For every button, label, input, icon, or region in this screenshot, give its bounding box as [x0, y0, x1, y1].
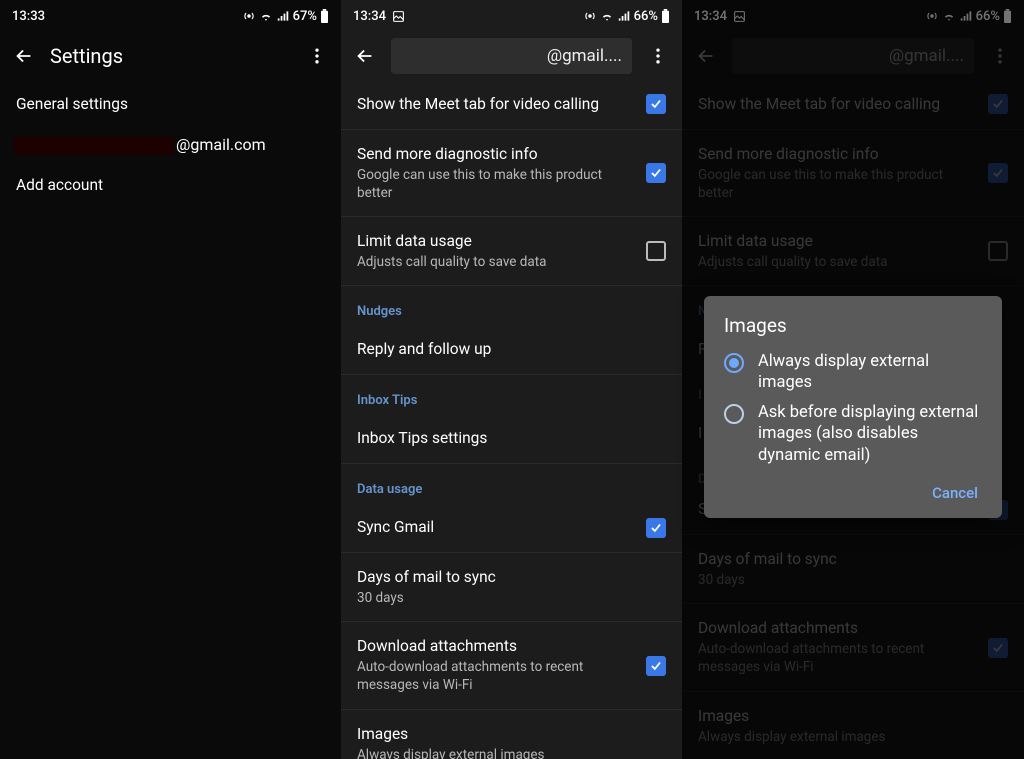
app-header: Settings — [0, 32, 341, 80]
checkbox[interactable] — [646, 518, 666, 538]
hotspot-icon — [583, 9, 597, 23]
option-label: Ask before displaying external images (a… — [758, 402, 982, 466]
battery-icon — [661, 9, 670, 23]
diagnostic-row[interactable]: Send more diagnostic infoGoogle can use … — [341, 130, 682, 217]
status-bar: 13:34 66% — [341, 0, 682, 32]
account-settings-list: Show the Meet tab for video calling Send… — [341, 80, 682, 759]
sync-gmail-row[interactable]: Sync Gmail — [341, 503, 682, 553]
row-label: Images — [357, 724, 666, 745]
radio-unselected[interactable] — [724, 404, 744, 424]
back-button[interactable] — [8, 40, 40, 72]
reply-followup-row[interactable]: Reply and follow up — [341, 325, 682, 375]
section-inbox-tips: Inbox Tips — [341, 375, 682, 414]
images-row[interactable]: ImagesAlways display external images — [341, 710, 682, 759]
back-button[interactable] — [349, 40, 381, 72]
row-label: General settings — [16, 94, 325, 115]
status-battery: 66% — [634, 9, 658, 24]
checkbox[interactable] — [646, 94, 666, 114]
row-label: Limit data usage — [357, 231, 634, 252]
status-time: 13:33 — [12, 9, 45, 24]
account-selector[interactable]: @gmail.... — [391, 38, 632, 74]
row-label: Inbox Tips settings — [357, 428, 666, 449]
row-sub: Adjusts call quality to save data — [357, 253, 634, 271]
row-sub: Always display external images — [357, 746, 666, 759]
checkbox[interactable] — [646, 241, 666, 261]
more-button[interactable] — [301, 40, 333, 72]
wifi-icon — [600, 9, 614, 23]
status-bar: 13:33 67% — [0, 0, 341, 32]
row-label: Send more diagnostic info — [357, 144, 634, 165]
section-nudges: Nudges — [341, 286, 682, 325]
battery-icon — [320, 9, 329, 23]
signal-icon — [276, 9, 290, 23]
row-label: Reply and follow up — [357, 339, 666, 360]
account-email: @gmail.... — [547, 46, 622, 66]
hotspot-icon — [242, 9, 256, 23]
days-sync-row[interactable]: Days of mail to sync30 days — [341, 553, 682, 622]
status-time: 13:34 — [353, 9, 386, 24]
status-battery: 67% — [293, 9, 317, 24]
row-label: Sync Gmail — [357, 517, 634, 538]
option-ask-before[interactable]: Ask before displaying external images (a… — [724, 398, 982, 470]
wifi-icon — [259, 9, 273, 23]
option-label: Always display external images — [758, 351, 982, 394]
add-account-row[interactable]: Add account — [0, 161, 341, 210]
meet-tab-row[interactable]: Show the Meet tab for video calling — [341, 80, 682, 130]
dialog-title: Images — [724, 314, 982, 337]
images-dialog: Images Always display external images As… — [704, 296, 1002, 518]
app-header: @gmail.... — [341, 32, 682, 80]
more-button[interactable] — [642, 40, 674, 72]
row-label: Days of mail to sync — [357, 567, 666, 588]
checkbox[interactable] — [646, 656, 666, 676]
row-label: Add account — [16, 175, 325, 196]
signal-icon — [617, 9, 631, 23]
row-label: Download attachments — [357, 636, 634, 657]
row-sub: Google can use this to make this product… — [357, 166, 634, 202]
section-data-usage: Data usage — [341, 464, 682, 503]
general-settings-row[interactable]: General settings — [0, 80, 341, 129]
redacted-email — [14, 137, 174, 155]
account-email-row[interactable]: @gmail.com — [0, 129, 341, 161]
row-label: Show the Meet tab for video calling — [357, 94, 634, 115]
settings-list: General settings @gmail.com Add account — [0, 80, 341, 759]
row-sub: 30 days — [357, 589, 666, 607]
inbox-tips-row[interactable]: Inbox Tips settings — [341, 414, 682, 464]
email-suffix: @gmail.com — [176, 135, 266, 154]
cancel-button[interactable]: Cancel — [928, 478, 982, 508]
page-title: Settings — [50, 44, 123, 68]
checkbox[interactable] — [646, 163, 666, 183]
row-sub: Auto-download attachments to recent mess… — [357, 658, 634, 694]
limit-data-row[interactable]: Limit data usageAdjusts call quality to … — [341, 217, 682, 286]
screenshot-icon — [392, 10, 405, 23]
download-attachments-row[interactable]: Download attachmentsAuto-download attach… — [341, 622, 682, 709]
option-always-display[interactable]: Always display external images — [724, 347, 982, 398]
radio-selected[interactable] — [724, 353, 744, 373]
